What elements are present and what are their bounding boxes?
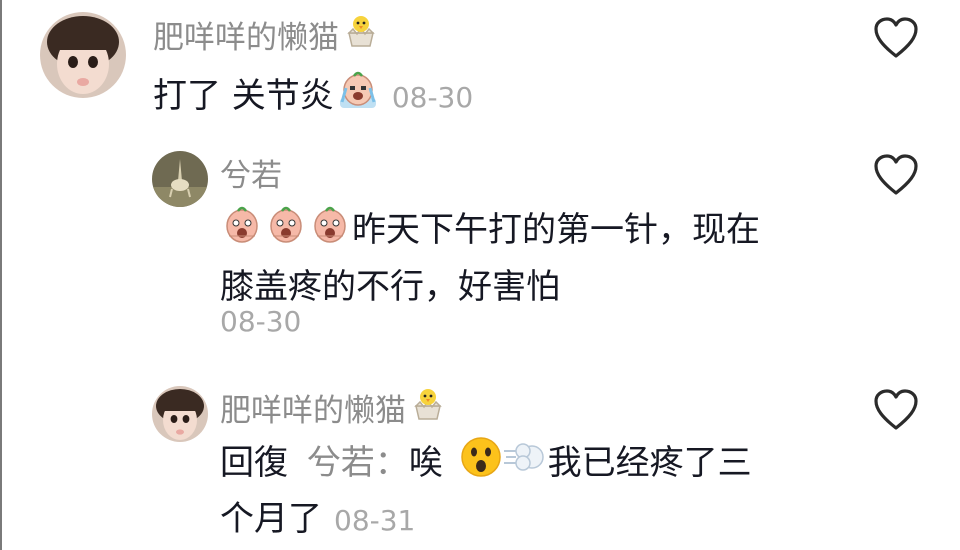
left-edge-divider [0, 0, 2, 550]
scared-bean-emoji-icon [264, 202, 308, 261]
like-heart-icon[interactable] [872, 388, 920, 432]
chick-emoji-icon [343, 13, 379, 57]
comment-date: 08-30 [220, 305, 302, 338]
comment-text: 昨天下午打的第一针，现在 膝盖疼的不行，好害怕 [220, 202, 820, 313]
comment-text: 回復 兮若：唉 我已经疼了三 个月了 08-31 [220, 436, 840, 547]
username[interactable]: 兮若 [220, 150, 282, 195]
dash-puff-emoji-icon [502, 437, 548, 492]
username[interactable]: 肥咩咩的懒猫 [220, 385, 446, 430]
avatar[interactable] [40, 12, 126, 98]
astonished-face-emoji-icon [460, 436, 502, 493]
avatar[interactable] [152, 151, 208, 207]
like-heart-icon[interactable] [872, 16, 920, 60]
username[interactable]: 肥咩咩的懒猫 [153, 12, 379, 57]
comment-text: 打了 关节炎 08-30 [153, 68, 473, 127]
crying-bean-emoji-icon [336, 68, 380, 127]
reply-mention[interactable]: 兮若： [307, 443, 409, 483]
scared-bean-emoji-icon [220, 202, 264, 261]
like-heart-icon[interactable] [872, 153, 920, 197]
chick-emoji-icon [410, 386, 446, 430]
avatar[interactable] [152, 386, 208, 442]
scared-bean-emoji-icon [308, 202, 352, 261]
